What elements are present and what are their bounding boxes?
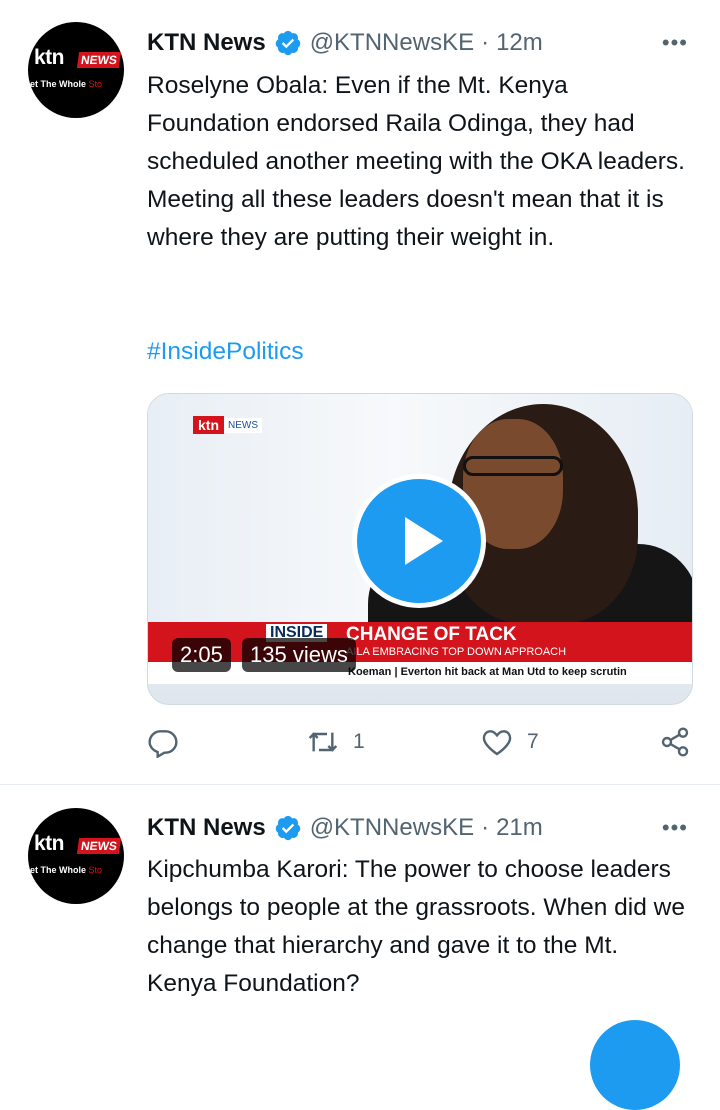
timestamp[interactable]: 21m xyxy=(496,814,543,842)
reply-icon xyxy=(148,730,178,758)
tweet-actions: 1 7 xyxy=(147,726,695,762)
video-player[interactable]: ktn NEWS INSIDE CHANGE OF TACK AILA EMBRA… xyxy=(147,393,693,705)
headline: CHANGE OF TACK xyxy=(346,624,517,645)
avatar[interactable]: ktn NEWS et The Whole Sto xyxy=(28,808,124,904)
timestamp[interactable]: 12m xyxy=(496,29,543,57)
author-name[interactable]: KTN News xyxy=(147,29,266,57)
tweet[interactable]: ktn NEWS et The Whole Sto KTN News @KTNN… xyxy=(0,0,720,785)
video-views: 135 views xyxy=(242,638,356,672)
verified-icon xyxy=(275,30,300,56)
like-button[interactable]: 7 xyxy=(481,726,539,758)
share-button[interactable] xyxy=(659,726,705,758)
tweet-text: Kipchumba Karori: The power to choose le… xyxy=(147,856,685,997)
hashtag-link[interactable]: #InsidePolitics xyxy=(147,338,304,366)
author-name[interactable]: KTN News xyxy=(147,814,266,842)
video-duration: 2:05 xyxy=(172,638,231,672)
tweet-text: Roselyne Obala: Even if the Mt. Kenya Fo… xyxy=(147,72,685,251)
ticker-text: Koeman | Everton hit back at Man Utd to … xyxy=(348,666,627,678)
heart-icon xyxy=(482,730,512,756)
tweet-header: KTN News @KTNNewsKE · 21m xyxy=(147,813,543,843)
separator: · xyxy=(481,814,490,841)
more-options-icon[interactable]: ••• xyxy=(662,815,688,841)
subheadline: AILA EMBRACING TOP DOWN APPROACH xyxy=(346,646,567,658)
play-button[interactable] xyxy=(352,474,486,608)
like-count: 7 xyxy=(527,730,539,753)
retweet-count: 1 xyxy=(353,730,365,753)
ktn-video-logo: ktn NEWS xyxy=(193,416,262,434)
tweet-header: KTN News @KTNNewsKE · 12m xyxy=(147,28,543,58)
tweet[interactable]: ktn NEWS et The Whole Sto KTN News @KTNN… xyxy=(0,785,720,1045)
presenter-glasses xyxy=(463,456,563,476)
author-handle[interactable]: @KTNNewsKE xyxy=(310,29,474,57)
reply-button[interactable] xyxy=(147,726,193,758)
play-icon xyxy=(405,517,443,565)
separator: · xyxy=(481,29,490,56)
more-options-icon[interactable]: ••• xyxy=(662,30,688,56)
retweet-icon xyxy=(308,732,338,752)
compose-tweet-button[interactable] xyxy=(590,1020,680,1110)
share-icon xyxy=(661,727,689,757)
verified-icon xyxy=(275,815,300,841)
retweet-button[interactable]: 1 xyxy=(307,726,365,758)
author-handle[interactable]: @KTNNewsKE xyxy=(310,814,474,842)
avatar[interactable]: ktn NEWS et The Whole Sto xyxy=(28,22,124,118)
